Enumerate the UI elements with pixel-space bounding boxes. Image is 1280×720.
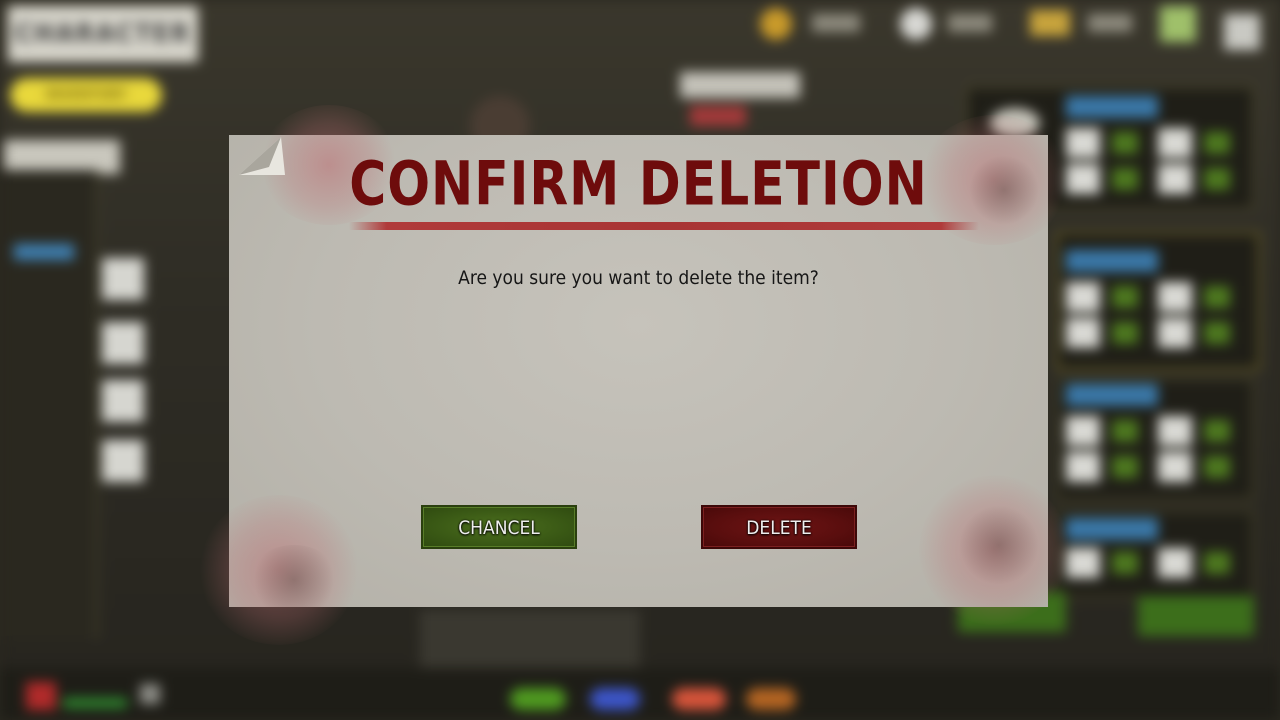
heart-icon [26,682,56,710]
equip-stat [1204,456,1230,478]
green-plus-icon [1160,6,1196,42]
equip-stat [1112,168,1138,190]
cancel-button[interactable]: CHANCEL [421,505,577,549]
confirm-deletion-dialog: CONFIRM DELETION Are you sure you want t… [199,105,1069,645]
temperature-stat [746,688,796,710]
red-tag [690,106,746,126]
blue-label-3 [1066,384,1158,406]
food-stat [510,688,566,710]
equip-slot [1158,452,1192,482]
blue-tab [14,244,74,260]
blue-label-1 [1066,96,1158,118]
coin-icon [760,8,792,40]
equip-stat [1204,286,1230,308]
cash-icon [1030,10,1070,36]
equip-slot [1158,282,1192,312]
water-stat [590,688,640,710]
equip-stat [1112,132,1138,154]
equip-stat [1112,456,1138,478]
character-feet [420,610,640,670]
energy-stat [672,688,726,710]
equip-stat [1204,552,1230,574]
health-bar [62,698,128,708]
equip-slot [1066,282,1100,312]
equip-slot [1158,164,1192,194]
dirt-stain [959,505,1039,585]
equip-slot [1066,452,1100,482]
background-label [4,140,120,174]
equip-slot [1158,416,1192,446]
blue-label-2 [1066,250,1158,272]
equip-slot [1158,128,1192,158]
blue-label-4 [1066,518,1158,540]
background-side-panel [0,170,98,640]
close-icon [1224,14,1260,50]
gem-amount [948,14,992,32]
equip-stat [1204,168,1230,190]
armor-icon [140,684,160,704]
delete-button[interactable]: DELETE [701,505,857,549]
equip-slot [1158,318,1192,348]
equip-slot [1066,548,1100,578]
equip-stat [1112,420,1138,442]
gem-icon [900,8,932,40]
equip-stat [1112,286,1138,308]
game-screen: CHARACTER INVENTORY CONFIRM DELETION Are… [0,0,1280,720]
equip-stat [1112,552,1138,574]
equip-stat [1204,322,1230,344]
equip-slot [1066,416,1100,446]
equip-slot [1066,128,1100,158]
background-header [680,72,800,98]
background-bottom-bar [0,668,1280,720]
coin-amount [812,14,860,32]
cash-amount [1088,14,1132,32]
equip-stat [1112,322,1138,344]
equip-slot [1066,164,1100,194]
equip-slot [1066,318,1100,348]
slot-2 [102,322,144,364]
title-divider [349,222,979,230]
slot-3 [102,380,144,422]
equip-stat [1204,132,1230,154]
background-green-button-2 [1138,596,1254,636]
background-tab-title: CHARACTER [8,6,198,62]
background-yellow-button: INVENTORY [10,78,162,112]
equip-slot [1158,548,1192,578]
slot-1 [102,258,144,300]
dirt-stain [249,545,339,615]
equip-stat [1204,420,1230,442]
dialog-message: Are you sure you want to delete the item… [458,267,819,289]
dialog-title: CONFIRM DELETION [349,149,928,220]
slot-4 [102,440,144,482]
